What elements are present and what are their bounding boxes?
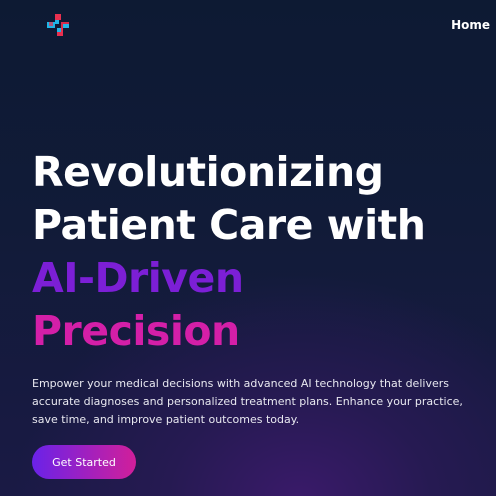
headline-line-2: Patient Care with bbox=[32, 201, 426, 249]
medical-cross-logo-icon[interactable] bbox=[44, 11, 74, 41]
headline-line-4: Precision bbox=[32, 307, 240, 355]
get-started-button[interactable]: Get Started bbox=[32, 445, 136, 479]
headline-line-3: AI-Driven bbox=[32, 254, 244, 302]
hero-headline: Revolutionizing Patient Care with AI-Dri… bbox=[32, 146, 426, 358]
nav-home-link[interactable]: Home bbox=[451, 18, 490, 32]
headline-line-1: Revolutionizing bbox=[32, 148, 384, 196]
hero-description: Empower your medical decisions with adva… bbox=[32, 377, 463, 426]
logo-graphic bbox=[47, 14, 69, 36]
landing-page: Home Revolutionizing Patient Care with A… bbox=[0, 0, 496, 496]
